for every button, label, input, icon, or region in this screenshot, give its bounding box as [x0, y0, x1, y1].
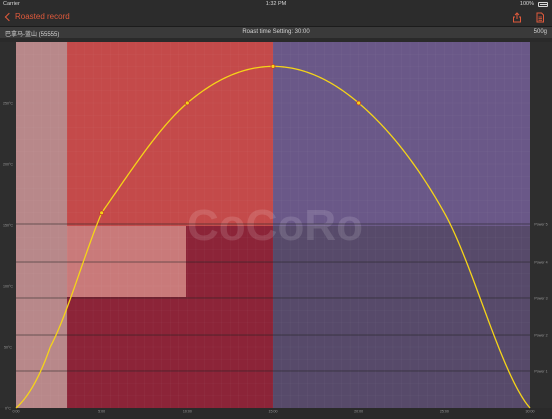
zone-dark-red-lower	[67, 297, 186, 408]
share-icon[interactable]	[512, 12, 522, 23]
power-level-label: Power 3	[534, 297, 547, 301]
x-tick-label: 30:00	[526, 410, 535, 414]
y-tick-label: 100°C	[3, 285, 13, 289]
power-level-label: Power 1	[534, 370, 547, 374]
power-level-label: Power 4	[534, 261, 547, 265]
y-tick-label: 200°C	[3, 163, 13, 167]
back-button[interactable]: Roasted record	[3, 12, 70, 21]
watermark-text: CoCoRo	[187, 201, 363, 250]
weight-label: 500g	[533, 29, 547, 35]
curve-marker-point	[270, 63, 276, 69]
curve-marker-point	[356, 100, 362, 106]
clock: 1:32 PM	[265, 1, 287, 7]
document-icon[interactable]	[535, 12, 545, 23]
roast-chart-svg: CoCoRo Power 1 Power 2 Power 3 Power 4 Power…	[0, 38, 552, 414]
x-tick-label: 0:00	[13, 410, 20, 414]
power-level-label: Power 5	[534, 223, 547, 227]
y-tick-label: 0°C	[5, 407, 11, 411]
back-button-label: Roasted record	[15, 12, 70, 21]
roast-chart: CoCoRo Power 1 Power 2 Power 3 Power 4 Power…	[0, 38, 552, 414]
status-bar: Carrier 1:32 PM 100%	[0, 0, 552, 9]
curve-marker-point	[99, 210, 105, 216]
navigation-bar: Roasted record	[0, 9, 552, 27]
x-tick-label: 15:00	[269, 410, 278, 414]
battery-icon	[538, 2, 548, 7]
x-tick-label: 5:00	[98, 410, 105, 414]
x-tick-label: 20:00	[354, 410, 363, 414]
battery-percent: 100%	[519, 1, 534, 7]
y-tick-label: 250°C	[3, 102, 13, 106]
x-tick-label: 25:00	[440, 410, 449, 414]
curve-marker-point	[184, 100, 190, 106]
zone-dark-red-upper	[186, 226, 273, 408]
power-level-label: Power 2	[534, 334, 547, 338]
grid-lines	[16, 42, 530, 408]
y-tick-label: 150°C	[3, 224, 13, 228]
y-tick-label: 50°C	[4, 346, 12, 350]
x-tick-label: 10:00	[183, 410, 192, 414]
chevron-left-icon	[4, 12, 14, 21]
roast-info-bar: 巴拿马-蓝山 (55555) Roast time Setting: 30:00…	[0, 27, 552, 38]
roast-time-setting: Roast time Setting: 30:00	[242, 29, 310, 35]
